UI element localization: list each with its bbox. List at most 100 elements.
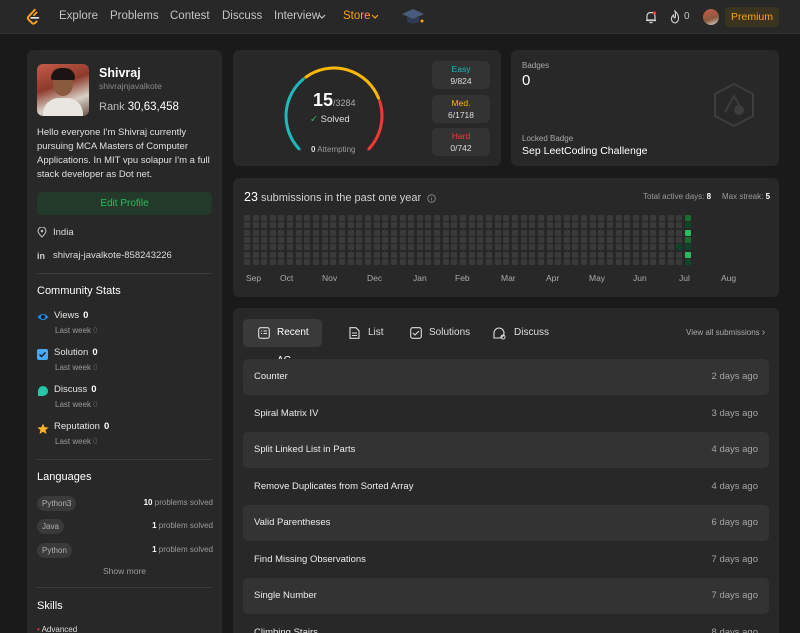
heatmap-cell[interactable] [365, 222, 371, 229]
heatmap-cell[interactable] [477, 215, 484, 221]
heatmap-cell[interactable] [572, 251, 579, 258]
heatmap-cell[interactable] [520, 215, 527, 221]
problem-title[interactable]: Split Linked List in Parts [254, 444, 355, 455]
heatmap-cell[interactable] [624, 258, 631, 265]
heatmap-cell[interactable] [624, 222, 631, 229]
heatmap-cell[interactable] [321, 236, 328, 243]
heatmap-cell[interactable] [572, 215, 579, 221]
heatmap-cell[interactable] [434, 215, 441, 221]
heatmap-cell[interactable] [659, 236, 665, 243]
heatmap-cell[interactable] [633, 229, 639, 236]
heatmap-cell[interactable] [252, 244, 259, 251]
heatmap-cell[interactable] [330, 244, 337, 251]
heatmap-cell[interactable] [659, 258, 665, 265]
heatmap-cell[interactable] [390, 244, 397, 251]
heatmap-cell[interactable] [598, 215, 605, 221]
heatmap-cell[interactable] [261, 222, 268, 229]
heatmap-cell[interactable] [261, 215, 268, 221]
heatmap-cell[interactable] [339, 258, 345, 265]
heatmap-cell[interactable] [563, 258, 570, 265]
heatmap-cell[interactable] [408, 222, 415, 229]
heatmap-cell[interactable] [676, 215, 683, 221]
heatmap-cell[interactable] [607, 244, 613, 251]
heatmap-cell[interactable] [442, 251, 449, 258]
heatmap-cell[interactable] [244, 215, 250, 221]
heatmap-cell[interactable] [321, 229, 328, 236]
streak-fire-icon[interactable] [669, 10, 681, 24]
heatmap-cell[interactable] [416, 251, 423, 258]
heatmap-cell[interactable] [460, 222, 466, 229]
heatmap-cell[interactable] [252, 215, 259, 221]
heatmap-cell[interactable] [615, 215, 622, 221]
heatmap-cell[interactable] [347, 251, 354, 258]
heatmap-cell[interactable] [356, 236, 363, 243]
heatmap-cell[interactable] [503, 251, 510, 258]
heatmap-cell[interactable] [244, 244, 250, 251]
heatmap-cell[interactable] [684, 229, 691, 236]
heatmap-cell[interactable] [416, 229, 423, 236]
heatmap-cell[interactable] [373, 215, 380, 221]
heatmap-cell[interactable] [555, 244, 562, 251]
heatmap-cell[interactable] [356, 258, 363, 265]
problem-title[interactable]: Valid Parentheses [254, 517, 330, 528]
list-item[interactable]: Climbing Stairs 8 days ago [243, 615, 769, 633]
heatmap-cell[interactable] [278, 215, 285, 221]
heatmap-cell[interactable] [572, 258, 579, 265]
nav-explore[interactable]: Explore [59, 10, 98, 22]
heatmap-cell[interactable] [408, 258, 415, 265]
heatmap-cell[interactable] [684, 251, 691, 258]
heatmap-cell[interactable] [287, 258, 294, 265]
heatmap-cell[interactable] [555, 229, 562, 236]
heatmap-cell[interactable] [615, 229, 622, 236]
heatmap-cell[interactable] [339, 229, 345, 236]
list-item[interactable]: Counter 2 days ago [243, 359, 769, 395]
heatmap-cell[interactable] [641, 236, 648, 243]
heatmap-cell[interactable] [684, 222, 691, 229]
difficulty-medium[interactable]: Med. 6/1718 [432, 95, 490, 123]
heatmap-cell[interactable] [477, 222, 484, 229]
heatmap-cell[interactable] [321, 251, 328, 258]
heatmap-cell[interactable] [321, 222, 328, 229]
heatmap-cell[interactable] [641, 251, 648, 258]
heatmap-cell[interactable] [624, 236, 631, 243]
notification-bell-icon[interactable] [644, 10, 658, 24]
heatmap-cell[interactable] [555, 258, 562, 265]
heatmap-cell[interactable] [529, 244, 536, 251]
heatmap-cell[interactable] [563, 251, 570, 258]
heatmap-cell[interactable] [512, 222, 518, 229]
heatmap-cell[interactable] [416, 222, 423, 229]
heatmap-cell[interactable] [667, 244, 674, 251]
heatmap-cell[interactable] [650, 215, 657, 221]
heatmap-cell[interactable] [520, 258, 527, 265]
heatmap-cell[interactable] [633, 215, 639, 221]
heatmap-cell[interactable] [607, 229, 613, 236]
heatmap-cell[interactable] [347, 244, 354, 251]
heatmap-cell[interactable] [650, 258, 657, 265]
heatmap-cell[interactable] [295, 229, 302, 236]
heatmap-cell[interactable] [581, 251, 588, 258]
heatmap-cell[interactable] [615, 236, 622, 243]
heatmap-cell[interactable] [244, 251, 250, 258]
heatmap-cell[interactable] [641, 244, 648, 251]
heatmap-cell[interactable] [572, 244, 579, 251]
heatmap-cell[interactable] [373, 236, 380, 243]
list-item[interactable]: Spiral Matrix IV 3 days ago [243, 396, 769, 432]
heatmap-cell[interactable] [304, 244, 311, 251]
heatmap-cell[interactable] [624, 251, 631, 258]
heatmap-cell[interactable] [434, 258, 441, 265]
heatmap-cell[interactable] [451, 258, 458, 265]
heatmap-cell[interactable] [659, 222, 665, 229]
heatmap-cell[interactable] [425, 215, 432, 221]
heatmap-cell[interactable] [512, 215, 518, 221]
heatmap-cell[interactable] [356, 215, 363, 221]
heatmap-cell[interactable] [416, 244, 423, 251]
heatmap-cell[interactable] [269, 215, 276, 221]
heatmap-cell[interactable] [572, 229, 579, 236]
heatmap-cell[interactable] [460, 258, 466, 265]
heatmap-cell[interactable] [425, 244, 432, 251]
heatmap-cell[interactable] [278, 222, 285, 229]
heatmap-cell[interactable] [382, 215, 389, 221]
heatmap-cell[interactable] [287, 236, 294, 243]
heatmap-cell[interactable] [408, 215, 415, 221]
heatmap-cell[interactable] [615, 222, 622, 229]
